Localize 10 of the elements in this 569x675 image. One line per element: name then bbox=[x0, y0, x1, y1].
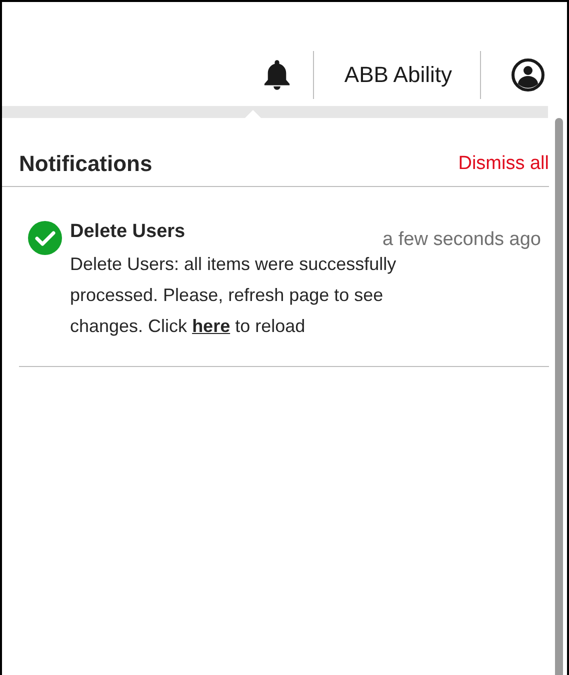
user-avatar-icon[interactable] bbox=[511, 58, 545, 92]
panel-title: Notifications bbox=[19, 151, 152, 177]
product-name[interactable]: ABB Ability bbox=[344, 62, 452, 88]
notification-title: Delete Users bbox=[70, 221, 186, 243]
dismiss-all-link[interactable]: Dismiss all bbox=[458, 153, 549, 175]
notification-time: a few seconds ago bbox=[382, 229, 541, 251]
bell-icon[interactable] bbox=[263, 59, 292, 91]
reload-link[interactable]: here bbox=[192, 316, 230, 336]
scrollbar[interactable] bbox=[555, 118, 563, 675]
notification-message: Delete Users: all items were successfully processed. Please, refresh page to see changes. Click here to reload bbox=[70, 253, 398, 338]
